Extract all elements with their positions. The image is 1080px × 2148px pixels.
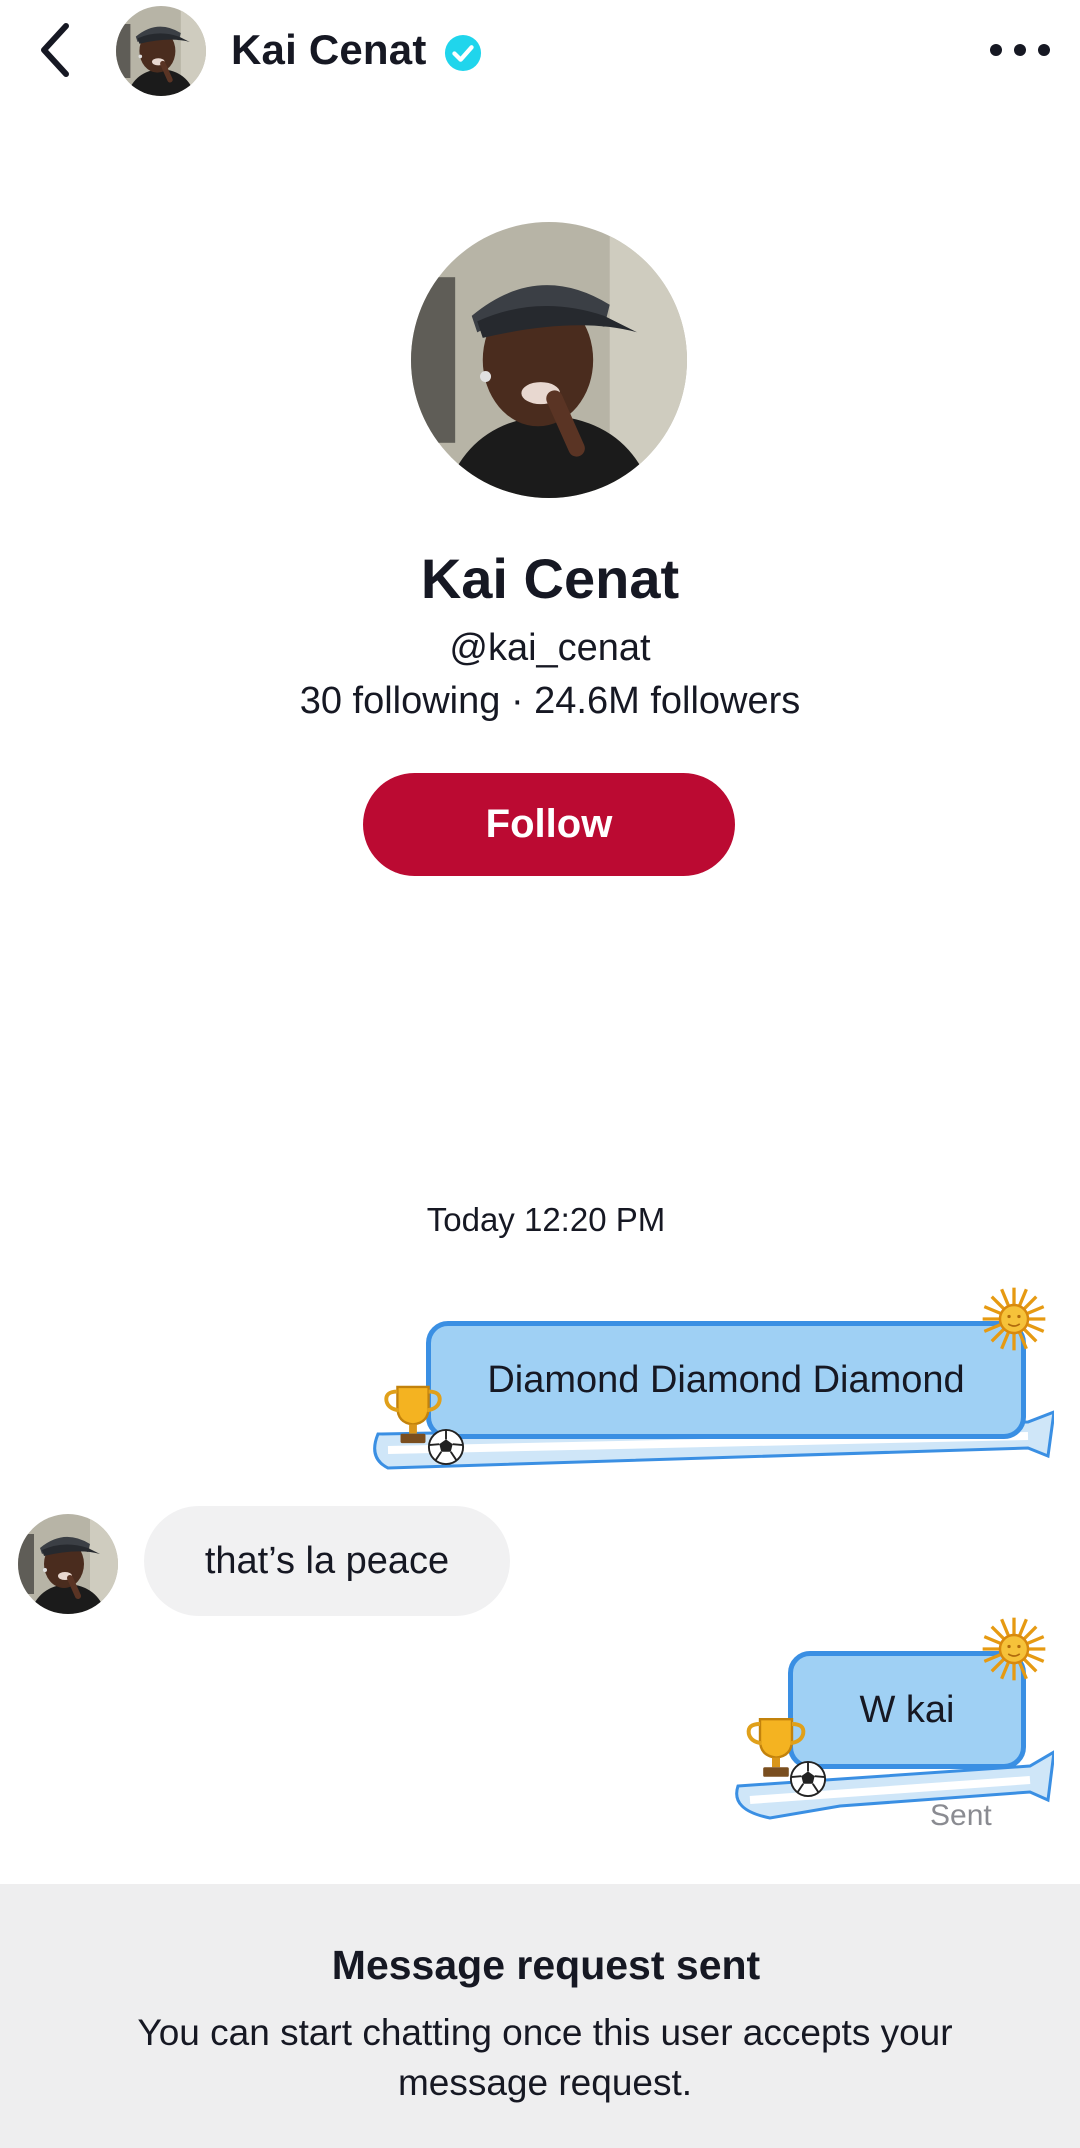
message-bubble-incoming[interactable]: that’s la peace — [144, 1506, 510, 1616]
profile-avatar[interactable] — [411, 222, 687, 498]
soccer-ball-icon — [427, 1428, 465, 1466]
banner-body: You can start chatting once this user ac… — [137, 2012, 953, 2103]
chat-header: Kai Cenat — [0, 0, 1080, 104]
profile-stats: 30 following · 24.6M followers — [299, 680, 801, 722]
message-text: Diamond Diamond Diamond — [487, 1358, 965, 1401]
message-request-banner: Message request sent You can start chatt… — [0, 1884, 1080, 2148]
more-horizontal-icon — [990, 44, 1002, 56]
chat-avatar[interactable] — [18, 1514, 118, 1614]
message-status: Sent — [930, 1799, 992, 1832]
profile-handle: @kai_cenat — [449, 627, 651, 669]
chat-timestamp: Today 12:20 PM — [426, 1201, 666, 1238]
back-button[interactable] — [30, 18, 82, 82]
message-text: that’s la peace — [204, 1539, 450, 1582]
profile-name: Kai Cenat — [420, 547, 680, 610]
more-options-button[interactable] — [990, 30, 1050, 70]
follow-button[interactable]: Follow — [363, 773, 735, 876]
message-bubble-outgoing[interactable]: Diamond Diamond Diamond — [426, 1321, 1026, 1439]
soccer-ball-icon — [789, 1760, 827, 1798]
chevron-left-icon — [41, 23, 69, 77]
sun-icon — [981, 1616, 1047, 1682]
verified-badge-icon — [444, 34, 482, 72]
header-title[interactable]: Kai Cenat — [231, 26, 427, 74]
header-avatar[interactable] — [116, 6, 206, 96]
message-text: W kai — [859, 1688, 955, 1731]
sun-icon — [981, 1286, 1047, 1352]
banner-title: Message request sent — [331, 1942, 761, 1988]
